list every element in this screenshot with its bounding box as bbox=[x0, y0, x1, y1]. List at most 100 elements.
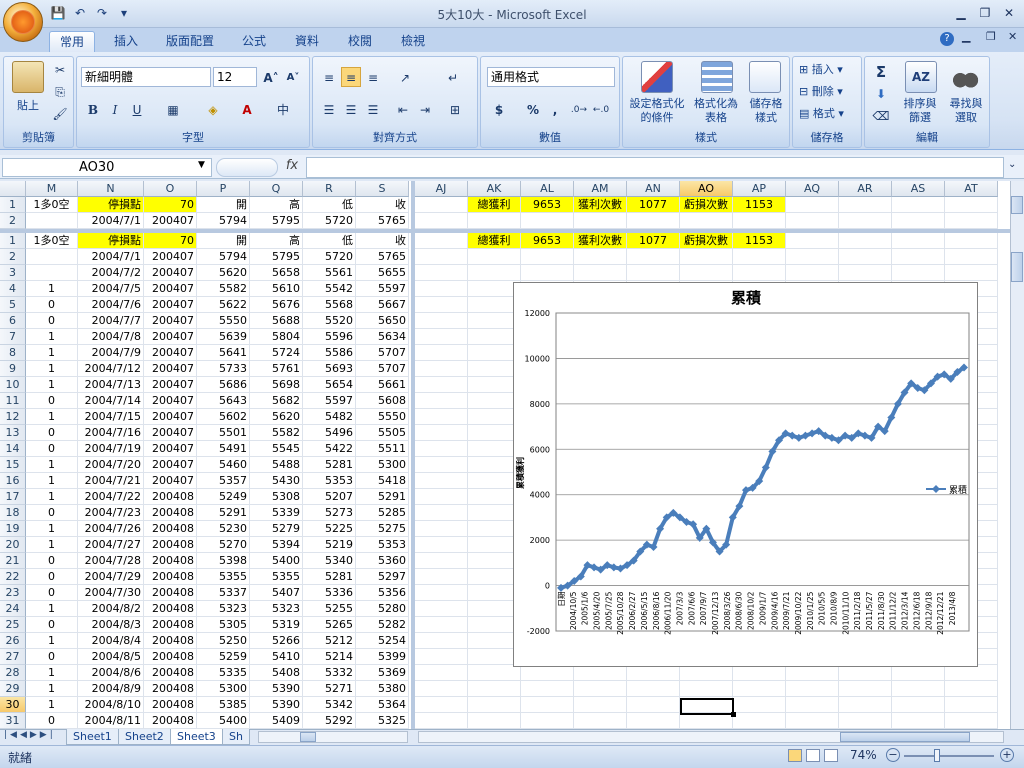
shrink-font-button[interactable]: A˅ bbox=[283, 67, 303, 87]
fill-handle[interactable] bbox=[731, 712, 736, 717]
vertical-scroll-thumb-top[interactable] bbox=[1011, 196, 1023, 214]
zoom-slider[interactable] bbox=[904, 755, 994, 757]
row-header-25[interactable]: 25 bbox=[0, 617, 26, 633]
page-layout-view-icon[interactable] bbox=[806, 749, 820, 762]
name-box[interactable]: AO30 bbox=[2, 158, 212, 177]
col-header-al[interactable]: AL bbox=[521, 181, 574, 197]
align-bottom-icon[interactable]: ≡ bbox=[363, 67, 383, 87]
tab-review[interactable]: 校閱 bbox=[338, 31, 382, 52]
col-header-s[interactable]: S bbox=[356, 181, 409, 197]
copy-icon[interactable]: ⎘ bbox=[50, 81, 70, 101]
col-header-as[interactable]: AS bbox=[892, 181, 945, 197]
row-header-20[interactable]: 20 bbox=[0, 537, 26, 553]
align-right-icon[interactable]: ☰ bbox=[363, 99, 383, 119]
font-size-select[interactable]: 12 bbox=[213, 67, 257, 87]
name-box-dropdown-icon[interactable]: ▼ bbox=[198, 160, 205, 170]
row-header-16[interactable]: 16 bbox=[0, 473, 26, 489]
col-header-aj[interactable]: AJ bbox=[415, 181, 468, 197]
row-header-22[interactable]: 22 bbox=[0, 569, 26, 585]
orientation-icon[interactable]: ↗ bbox=[395, 67, 415, 87]
active-cell-ao30[interactable] bbox=[680, 698, 734, 715]
row-header-5[interactable]: 5 bbox=[0, 297, 26, 313]
row-header-1[interactable]: 1 bbox=[0, 233, 26, 249]
row-header-29[interactable]: 29 bbox=[0, 681, 26, 697]
insert-function-button[interactable]: fx bbox=[280, 158, 304, 177]
font-family-select[interactable]: 新細明體 bbox=[81, 67, 211, 87]
autosum-button[interactable]: Σ bbox=[871, 61, 891, 81]
decrease-indent-icon[interactable]: ⇤ bbox=[393, 99, 413, 119]
col-header-o[interactable]: O bbox=[144, 181, 197, 197]
expand-formula-icon[interactable]: ⌄ bbox=[1008, 159, 1016, 170]
ribbon-restore-icon[interactable]: ❐ bbox=[986, 30, 996, 43]
paste-icon[interactable] bbox=[12, 61, 44, 93]
horizontal-scrollbar-left[interactable] bbox=[258, 731, 408, 743]
formula-bar-handle[interactable] bbox=[216, 158, 278, 177]
delete-cells-button[interactable]: ⊟ 刪除 ▾ bbox=[799, 83, 843, 99]
horizontal-scroll-thumb-left[interactable] bbox=[300, 732, 316, 742]
col-header-aq[interactable]: AQ bbox=[786, 181, 839, 197]
select-all-corner[interactable] bbox=[0, 181, 26, 197]
col-header-p[interactable]: P bbox=[197, 181, 250, 197]
row-header-7[interactable]: 7 bbox=[0, 329, 26, 345]
col-header-at[interactable]: AT bbox=[945, 181, 998, 197]
format-cells-button[interactable]: ▤ 格式 ▾ bbox=[799, 105, 844, 121]
align-middle-icon[interactable]: ≡ bbox=[341, 67, 361, 87]
row-header-18[interactable]: 18 bbox=[0, 505, 26, 521]
sheet-tab-1[interactable]: Sheet1 bbox=[66, 729, 119, 745]
col-header-am[interactable]: AM bbox=[574, 181, 627, 197]
row-header-9[interactable]: 9 bbox=[0, 361, 26, 377]
cut-icon[interactable]: ✂ bbox=[50, 59, 70, 79]
sheet-tab-3[interactable]: Sheet3 bbox=[170, 729, 223, 745]
format-as-table-icon[interactable] bbox=[701, 61, 733, 93]
sheet-nav-icon[interactable]: |◀◀▶▶| bbox=[4, 730, 56, 740]
row-header-8[interactable]: 8 bbox=[0, 345, 26, 361]
col-header-ak[interactable]: AK bbox=[468, 181, 521, 197]
row-header-11[interactable]: 11 bbox=[0, 393, 26, 409]
grow-font-button[interactable]: A˄ bbox=[261, 67, 281, 87]
vertical-scroll-thumb[interactable] bbox=[1011, 252, 1023, 282]
align-top-icon[interactable]: ≡ bbox=[319, 67, 339, 87]
bold-button[interactable]: B bbox=[83, 99, 103, 119]
row-header-31[interactable]: 31 bbox=[0, 713, 26, 729]
tab-data[interactable]: 資料 bbox=[285, 31, 329, 52]
col-header-ar[interactable]: AR bbox=[839, 181, 892, 197]
row-header-17[interactable]: 17 bbox=[0, 489, 26, 505]
find-select-button[interactable]: 尋找與 選取 bbox=[941, 97, 991, 125]
row-header-4[interactable]: 4 bbox=[0, 281, 26, 297]
row-header-27[interactable]: 27 bbox=[0, 649, 26, 665]
row-header-19[interactable]: 19 bbox=[0, 521, 26, 537]
row-header-21[interactable]: 21 bbox=[0, 553, 26, 569]
row-header-14[interactable]: 14 bbox=[0, 441, 26, 457]
row-header-13[interactable]: 13 bbox=[0, 425, 26, 441]
increase-decimal-icon[interactable]: .0→ bbox=[569, 99, 589, 119]
row-header-1[interactable]: 1 bbox=[0, 197, 26, 213]
formula-input[interactable] bbox=[306, 157, 1004, 178]
find-select-icon[interactable] bbox=[949, 61, 981, 93]
cumulative-chart[interactable]: -2000 0 2000 4000 6000 8000 10000 12000 累積 累積獲利 日期… bbox=[513, 282, 978, 667]
cell-styles-button[interactable]: 儲存格 樣式 bbox=[743, 97, 789, 125]
format-painter-icon[interactable]: 🖌 bbox=[50, 103, 70, 123]
align-left-icon[interactable]: ☰ bbox=[319, 99, 339, 119]
ribbon-close-icon[interactable]: ✕ bbox=[1008, 30, 1017, 43]
close-icon[interactable]: ✕ bbox=[998, 4, 1020, 22]
wrap-text-icon[interactable]: ↵ bbox=[443, 67, 463, 87]
col-header-an[interactable]: AN bbox=[627, 181, 680, 197]
zoom-out-icon[interactable]: − bbox=[886, 748, 900, 762]
row-header-23[interactable]: 23 bbox=[0, 585, 26, 601]
format-as-table-button[interactable]: 格式化為 表格 bbox=[689, 97, 743, 125]
col-header-n[interactable]: N bbox=[78, 181, 144, 197]
align-center-icon[interactable]: ☰ bbox=[341, 99, 361, 119]
row-header-26[interactable]: 26 bbox=[0, 633, 26, 649]
help-icon[interactable]: ? bbox=[940, 32, 954, 46]
cell-styles-icon[interactable] bbox=[749, 61, 781, 93]
row-header-3[interactable]: 3 bbox=[0, 265, 26, 281]
horizontal-scroll-thumb-right[interactable] bbox=[840, 732, 970, 742]
decrease-decimal-icon[interactable]: ←.0 bbox=[591, 99, 611, 119]
currency-button[interactable]: $ bbox=[489, 99, 509, 119]
italic-button[interactable]: I bbox=[105, 99, 125, 119]
col-header-ap[interactable]: AP bbox=[733, 181, 786, 197]
phonetic-icon[interactable]: 中 bbox=[273, 99, 293, 119]
conditional-format-button[interactable]: 設定格式化 的條件 bbox=[625, 97, 689, 125]
sheet-tab-2[interactable]: Sheet2 bbox=[118, 729, 171, 745]
sort-filter-button[interactable]: 排序與 篩選 bbox=[895, 97, 945, 125]
